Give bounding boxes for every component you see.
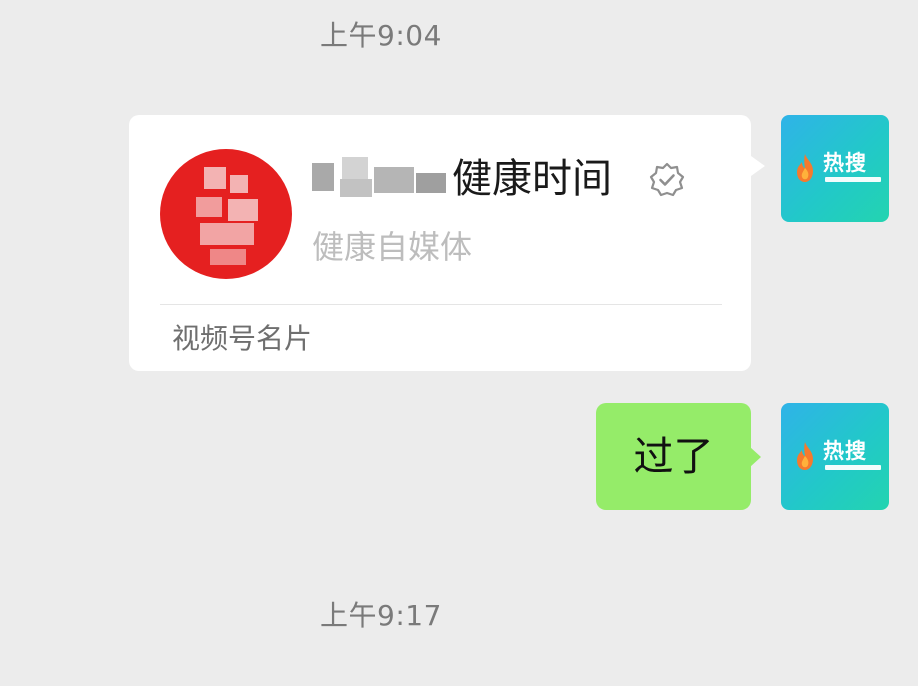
message-timestamp: 上午9:17 <box>320 599 442 632</box>
message-timestamp: 上午9:04 <box>320 19 442 52</box>
self-avatar[interactable]: 热搜 <box>781 403 889 510</box>
channel-name-card[interactable]: 健康时间 健康自媒体 视频号名片 <box>129 115 751 371</box>
text-bubble-tail <box>750 447 761 467</box>
card-type-label: 视频号名片 <box>172 322 313 355</box>
channel-avatar <box>160 149 292 279</box>
self-avatar[interactable]: 热搜 <box>781 115 889 222</box>
card-bubble-tail <box>751 156 765 176</box>
flame-icon <box>797 154 813 182</box>
flame-icon <box>797 442 813 470</box>
text-message: 过了 <box>633 434 714 480</box>
channel-title: 健康时间 <box>452 156 612 202</box>
avatar-brand-text: 热搜 <box>823 438 867 463</box>
avatar-brand-text: 热搜 <box>823 150 867 175</box>
channel-category: 健康自媒体 <box>312 228 473 266</box>
avatar-brand-underline <box>825 465 881 470</box>
verified-badge-icon <box>649 162 685 197</box>
avatar-brand-underline <box>825 177 881 182</box>
text-message-bubble[interactable]: 过了 <box>596 403 751 510</box>
card-divider <box>160 304 722 305</box>
blurred-channel-name <box>312 153 452 201</box>
